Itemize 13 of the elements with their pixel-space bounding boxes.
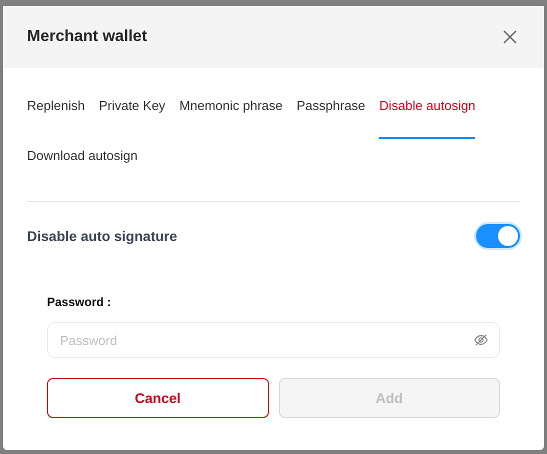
cancel-button[interactable]: Cancel — [47, 378, 268, 418]
dialog-title: Merchant wallet — [27, 27, 148, 47]
tab[interactable]: Replenish — [27, 89, 85, 139]
tab[interactable]: Passphrase — [296, 89, 366, 139]
eye-slash-icon[interactable] — [474, 333, 488, 347]
toggle-switch[interactable] — [476, 224, 520, 248]
tab[interactable]: Mnemonic phrase — [179, 89, 283, 139]
password-label: Password : — [47, 295, 112, 309]
password-field[interactable]: Password — [47, 322, 500, 358]
setting-label: Disable auto signature — [27, 226, 178, 246]
tab[interactable]: Private Key — [98, 89, 166, 139]
tab[interactable]: Disable autosign — [379, 89, 476, 139]
tab[interactable]: Download autosign — [27, 139, 138, 189]
